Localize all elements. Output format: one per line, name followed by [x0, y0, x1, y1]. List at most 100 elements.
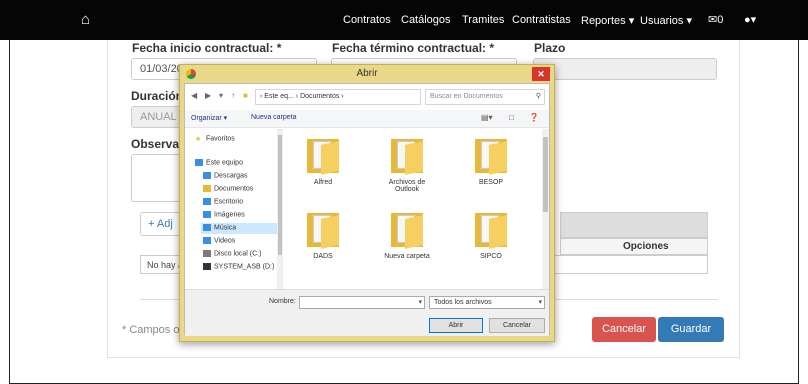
folder-icon — [471, 209, 511, 249]
up-arrow-icon[interactable]: ↑ — [231, 91, 235, 100]
nav-pane-scrollbar[interactable] — [277, 129, 283, 289]
fecha-termino-label: Fecha término contractual: * — [332, 41, 495, 55]
file-name: Alfred — [313, 179, 333, 186]
nav-item-documentos[interactable]: Documentos — [203, 185, 253, 192]
file-item-alfred[interactable]: Alfred — [293, 135, 353, 186]
duracion-input[interactable]: ANUAL — [131, 106, 181, 128]
organize-button[interactable]: Organizar ▾ — [191, 114, 227, 122]
cancel-button[interactable]: Cancelar — [592, 317, 656, 342]
nav-item-label: Escritorio — [214, 198, 244, 206]
folder-icon — [471, 135, 511, 175]
search-icon: ⚲ — [535, 93, 541, 100]
scrollbar-thumb[interactable] — [543, 137, 548, 212]
dialog-bottom-bar: Nombre: ▾ Todos los archivos ▾ Abrir Canc… — [185, 289, 549, 336]
open-file-dialog: Abrir ✕ ◀ ▶ ▾ ↑ ■ › Este eq... › Documen… — [179, 64, 555, 342]
star-icon: ★ — [195, 136, 202, 143]
mail-icon[interactable]: ✉0 — [708, 13, 723, 26]
forward-icon[interactable]: ▶ — [205, 91, 211, 100]
user-icon[interactable]: ●▾ — [744, 13, 756, 26]
address-path: › Este eq... › Documentos › — [260, 93, 344, 100]
scrollbar-thumb[interactable] — [278, 135, 282, 255]
new-folder-button[interactable]: Nueva carpeta — [251, 114, 297, 121]
file-name: Archivos de Outlook — [388, 179, 426, 193]
address-row: ◀ ▶ ▾ ↑ ■ › Este eq... › Documentos › Bu… — [185, 88, 549, 106]
search-placeholder: Buscar en Documentos — [430, 93, 503, 100]
fecha-inicio-label: Fecha inicio contractual: * — [132, 41, 282, 55]
search-input[interactable]: Buscar en Documentos ⚲ — [425, 89, 545, 105]
nav-item-musica[interactable]: Música — [203, 224, 236, 231]
nav-item-disco-local[interactable]: Disco local (C:) — [203, 250, 261, 257]
file-item-archivos-outlook[interactable]: Archivos de Outlook — [377, 135, 437, 193]
nav-item-imagenes[interactable]: Imágenes — [203, 211, 245, 218]
dialog-body: ◀ ▶ ▾ ↑ ■ › Este eq... › Documentos › Bu… — [184, 83, 550, 336]
chevron-down-icon[interactable]: ▾ — [538, 298, 542, 306]
plazo-input: 30 — [533, 58, 717, 80]
file-item-sipco[interactable]: SIPCO — [461, 209, 521, 260]
nav-contratistas[interactable]: Contratistas — [512, 14, 571, 26]
help-icon[interactable]: ❓ — [529, 113, 539, 122]
nav-item-label: Descargas — [214, 172, 248, 180]
nav-item-escritorio[interactable]: Escritorio — [203, 198, 243, 205]
folder-front — [489, 141, 507, 175]
observaciones-textarea[interactable] — [131, 154, 183, 202]
back-icon[interactable]: ◀ — [191, 91, 197, 100]
nav-item-este-equipo[interactable]: Este equipo — [195, 159, 243, 166]
folder-front — [405, 141, 423, 175]
nav-item-label: SYSTEM_ASB (D:) — [214, 263, 275, 271]
nav-item-videos[interactable]: Videos — [203, 237, 235, 244]
file-item-nueva-carpeta[interactable]: Nueva carpeta — [377, 209, 437, 260]
nav-item-label: Favoritos — [206, 135, 235, 143]
nav-contratos[interactable]: Contratos — [343, 14, 391, 26]
dialog-close-button[interactable]: ✕ — [532, 67, 550, 81]
file-list: Alfred Archivos de Outlook BESOP DADS Nu… — [285, 129, 549, 289]
save-button[interactable]: Guardar — [658, 317, 724, 342]
nav-reportes[interactable]: Reportes ▾ — [581, 14, 634, 27]
folder-front — [489, 215, 507, 249]
open-button[interactable]: Abrir — [429, 318, 483, 333]
folder-front — [321, 215, 339, 249]
folder-front — [405, 215, 423, 249]
download-folder-icon — [203, 172, 211, 179]
file-name: BESOP — [478, 179, 504, 186]
file-list-scrollbar[interactable] — [542, 129, 549, 289]
plazo-label: Plazo — [534, 41, 566, 55]
chevron-down-icon[interactable]: ▾ — [219, 91, 223, 100]
user-menu-caret: ▾ — [750, 14, 757, 26]
nav-item-favoritos[interactable]: ★ Favoritos — [195, 135, 235, 143]
folder-icon — [387, 209, 427, 249]
documents-folder-icon — [203, 185, 211, 192]
nav-catalogos[interactable]: Catálogos — [401, 14, 451, 26]
folder-icon — [303, 135, 343, 175]
chevron-down-icon[interactable]: ▾ — [418, 298, 422, 306]
file-item-besop[interactable]: BESOP — [461, 135, 521, 186]
mail-count: 0 — [717, 14, 724, 26]
dialog-title: Abrir — [356, 68, 378, 79]
preview-pane-icon[interactable]: □ — [509, 113, 514, 122]
navigation-pane: ★ Favoritos Este equipo Descargas Documen… — [185, 129, 283, 289]
computer-icon — [195, 159, 203, 166]
nav-item-label: Imágenes — [214, 211, 245, 219]
nav-usuarios[interactable]: Usuarios ▾ — [640, 14, 692, 27]
nav-item-descargas[interactable]: Descargas — [203, 172, 247, 179]
address-bar[interactable]: › Este eq... › Documentos › — [255, 89, 421, 105]
drive-icon — [203, 250, 211, 257]
desktop-folder-icon — [203, 198, 211, 205]
file-type-value: Todos los archivos — [434, 299, 492, 306]
dialog-cancel-button[interactable]: Cancelar — [489, 318, 545, 333]
file-item-dads[interactable]: DADS — [293, 209, 353, 260]
nav-item-label: Videos — [214, 237, 236, 245]
table-col-opciones: Opciones — [560, 238, 708, 255]
dialog-toolbar: Organizar ▾ Nueva carpeta ▤▾ □ ❓ — [185, 110, 549, 128]
file-type-select[interactable]: Todos los archivos ▾ — [429, 296, 545, 309]
nav-tramites[interactable]: Tramites — [462, 14, 504, 26]
nav-item-system-asb[interactable]: SYSTEM_ASB (D:) — [203, 263, 274, 270]
filename-label: Nombre: — [269, 298, 296, 305]
nav-item-label: Música — [214, 224, 237, 232]
filename-input[interactable]: ▾ — [299, 296, 425, 309]
videos-folder-icon — [203, 237, 211, 244]
table-header-bar — [560, 212, 708, 238]
nav-item-label: Documentos — [214, 185, 254, 193]
drive-icon — [203, 263, 211, 270]
home-icon[interactable]: ⌂ — [81, 11, 90, 28]
view-options-icon[interactable]: ▤▾ — [481, 113, 493, 122]
